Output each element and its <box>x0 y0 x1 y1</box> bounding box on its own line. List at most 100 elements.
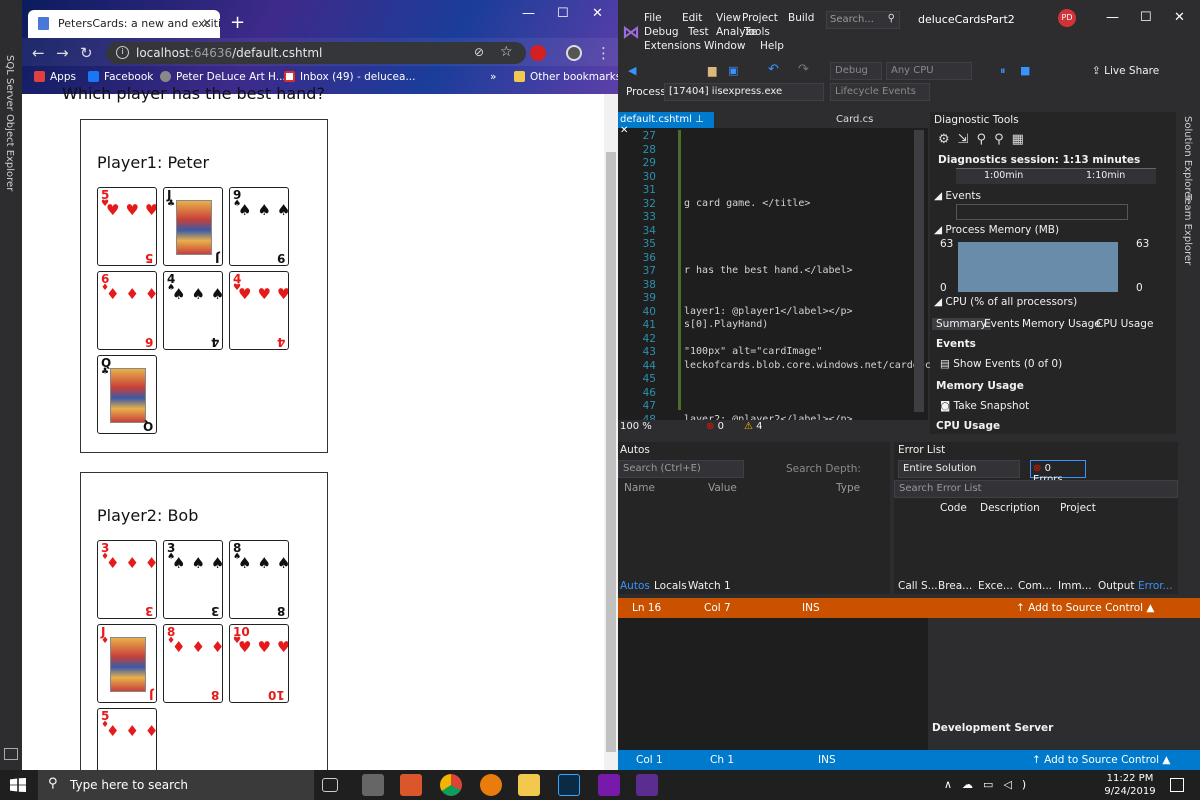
save-icon[interactable]: ▣ <box>728 64 738 77</box>
menu-tools[interactable]: Tools <box>744 26 770 38</box>
memory-section[interactable]: ◢ Process Memory (MB) <box>934 224 1059 236</box>
extension-icon[interactable]: ⊘ <box>474 45 484 59</box>
process-dropdown[interactable]: [17404] iisexpress.exe <box>664 83 824 101</box>
show-events-link[interactable]: ▤ Show Events (0 of 0) <box>940 358 1062 370</box>
task-view-icon[interactable] <box>322 778 338 792</box>
code-line[interactable]: g card game. </title> <box>684 198 810 209</box>
new-tab-icon[interactable]: + <box>230 12 245 33</box>
visual-studio-taskbar-icon[interactable] <box>636 774 658 796</box>
error-count[interactable]: ⊗ 0 <box>706 421 724 432</box>
menu-edit[interactable]: Edit <box>682 12 702 24</box>
bookmark-other[interactable]: Other bookmarks <box>514 71 618 83</box>
calculator-icon[interactable] <box>362 774 384 796</box>
pin-icon[interactable]: ⊥ <box>695 114 704 125</box>
warning-count[interactable]: ⚠ 4 <box>744 421 763 432</box>
pause-icon[interactable]: ⏸ <box>1000 64 1006 78</box>
code-line[interactable]: s[0].PlayHand) <box>684 319 768 330</box>
close-tab-icon[interactable]: ✕ <box>202 16 212 30</box>
bottom-tab-2[interactable]: Exce... <box>978 580 1013 592</box>
bookmark-star-icon[interactable]: ☆ <box>500 44 513 60</box>
team-explorer-tab[interactable]: Team Explorer <box>1182 194 1193 265</box>
maximize-icon[interactable]: ☐ <box>557 6 569 21</box>
open-folder-icon[interactable]: ▆ <box>708 64 716 77</box>
menu-window[interactable]: Window <box>704 40 745 52</box>
adblock-icon[interactable] <box>530 45 546 61</box>
code-line[interactable]: layer1: @player1</label></p> <box>684 306 853 317</box>
sql-explorer-label[interactable]: SQL Server Object Explorer <box>4 55 15 191</box>
vs-search-field[interactable]: Search... ⚲ <box>826 11 900 29</box>
bottom-tab-4[interactable]: Imm... <box>1058 580 1092 592</box>
scope-dropdown[interactable]: Entire Solution <box>898 460 1020 478</box>
bookmark-apps[interactable]: Apps <box>34 71 76 83</box>
menu-kebab-icon[interactable]: ⋮ <box>596 44 611 62</box>
nav-back-icon[interactable]: ◀ <box>628 64 636 77</box>
paint-icon[interactable] <box>400 774 422 796</box>
diag-tab-summary[interactable]: Summary <box>932 318 991 330</box>
windows-start-icon[interactable] <box>10 778 26 792</box>
bottom-tab-6[interactable]: Error... <box>1138 580 1173 592</box>
file-explorer-icon[interactable] <box>518 774 540 796</box>
cpu-section[interactable]: ◢ CPU (% of all processors) <box>934 296 1077 308</box>
close-window-icon[interactable]: ✕ <box>592 6 603 21</box>
system-clock[interactable]: 11:22 PM 9/24/2019 <box>1102 772 1158 798</box>
diag-tab-events[interactable]: Events <box>984 318 1020 330</box>
forward-icon[interactable]: → <box>56 44 69 62</box>
menu-debug[interactable]: Debug <box>644 26 679 38</box>
add-to-source-control[interactable]: ↑ Add to Source Control ▲ <box>1016 602 1154 614</box>
user-avatar[interactable]: PD <box>1058 9 1076 27</box>
blender-icon[interactable] <box>480 774 502 796</box>
bottom-tab-3[interactable]: Com... <box>1018 580 1052 592</box>
page-scrollbar[interactable] <box>604 94 618 770</box>
editor-scrollbar[interactable] <box>914 130 924 412</box>
vs-minimize-icon[interactable]: — <box>1106 10 1119 25</box>
taskbar-search[interactable]: ⚲ Type here to search <box>38 770 314 800</box>
scrollbar-thumb[interactable] <box>606 152 616 752</box>
code-editor[interactable]: default.cshtml ⊥ ✕ Card.cs 27 28 29 30 31 32 3… <box>618 112 931 434</box>
menu-view[interactable]: View <box>716 12 741 24</box>
code-line[interactable]: "100px" alt="cardImage" <box>684 346 822 357</box>
menu-file[interactable]: File <box>644 12 662 24</box>
errors-filter-button[interactable]: ⊗ 0 Errors <box>1030 460 1086 485</box>
bookmark-facebook[interactable]: Facebook <box>88 71 153 83</box>
live-share-button[interactable]: ⇪ Live Share <box>1092 65 1159 77</box>
code-line[interactable]: leckofcards.blob.core.windows.net/cardde… <box>684 360 931 371</box>
browser-tab[interactable]: PetersCards: a new and exciting ✕ <box>28 10 220 38</box>
bottom-tab-5[interactable]: Output <box>1098 580 1134 592</box>
redo-icon[interactable]: ↷ <box>798 62 809 77</box>
vs-maximize-icon[interactable]: ☐ <box>1140 10 1152 25</box>
tab-watch1[interactable]: Watch 1 <box>688 580 731 592</box>
diag-tab-memory-usage[interactable]: Memory Usage <box>1022 318 1101 330</box>
stop-icon[interactable]: ■ <box>1020 64 1030 77</box>
bookmark-inbox[interactable]: Inbox (49) - delucea... <box>284 71 415 83</box>
menu-project[interactable]: Project <box>742 12 778 24</box>
url-field[interactable]: i localhost:64636/default.cshtml <box>106 42 526 64</box>
tab-autos[interactable]: Autos <box>620 580 650 592</box>
menu-build[interactable]: Build <box>788 12 814 24</box>
photoshop-icon[interactable] <box>558 774 580 796</box>
back-icon[interactable]: ← <box>32 44 45 62</box>
chrome-icon[interactable] <box>440 774 462 796</box>
tab-locals[interactable]: Locals <box>654 580 687 592</box>
solution-explorer-tab[interactable]: Solution Explorer <box>1182 116 1193 202</box>
menu-test[interactable]: Test <box>688 26 709 38</box>
diag-tab-cpu-usage[interactable]: CPU Usage <box>1096 318 1153 330</box>
onenote-icon[interactable] <box>598 774 620 796</box>
tab-card-cs[interactable]: Card.cs <box>836 114 873 125</box>
code-line[interactable]: r has the best hand.</label> <box>684 265 853 276</box>
profile-icon[interactable] <box>566 45 582 61</box>
vs-close-icon[interactable]: ✕ <box>1174 10 1185 25</box>
bookmark-peter-deluce-art[interactable]: Peter DeLuce Art H... <box>160 71 286 83</box>
zoom-level[interactable]: 100 % <box>620 421 652 432</box>
error-search-field[interactable]: Search Error List <box>894 480 1178 498</box>
info-icon[interactable]: i <box>116 46 129 59</box>
minimize-icon[interactable]: — <box>522 6 535 21</box>
events-section[interactable]: ◢ Events <box>934 190 981 202</box>
platform-dropdown[interactable]: Any CPU <box>886 62 972 80</box>
sql-server-explorer-strip[interactable]: SQL Server Object Explorer <box>0 0 22 770</box>
reload-icon[interactable]: ↻ <box>80 44 93 62</box>
config-dropdown[interactable]: Debug <box>830 62 882 80</box>
add-to-source-control-2[interactable]: ↑ Add to Source Control ▲ <box>1032 754 1170 766</box>
take-snapshot-button[interactable]: ◙ Take Snapshot <box>940 400 1029 412</box>
menu-extensions[interactable]: Extensions <box>644 40 701 52</box>
notification-icon[interactable] <box>1170 778 1184 792</box>
